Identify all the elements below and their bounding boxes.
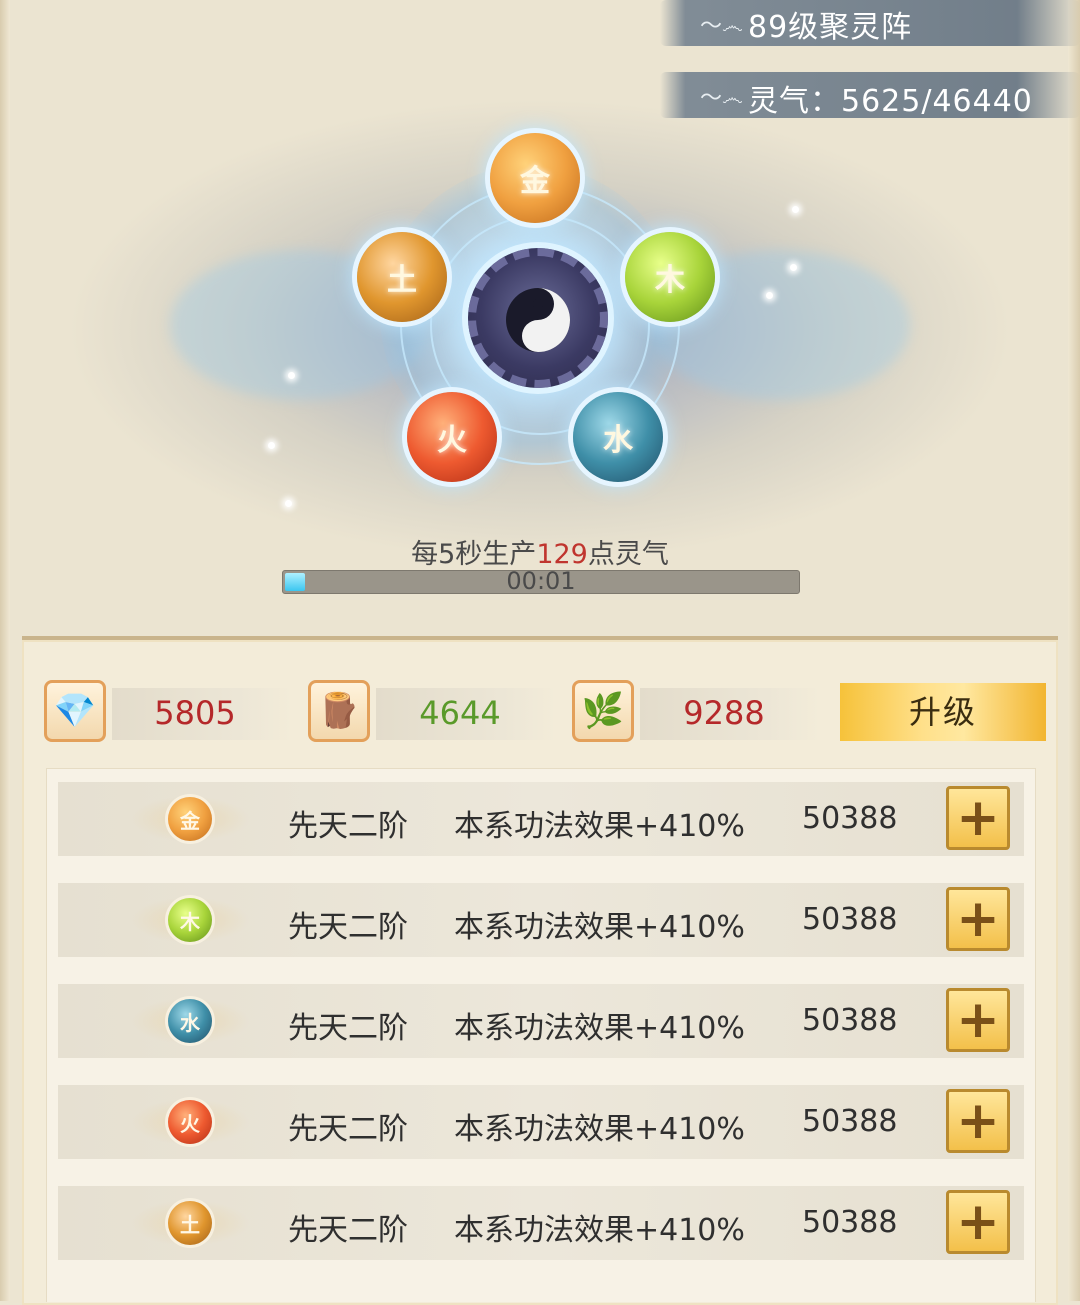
ink-swirl-icon: 〜෴ <box>700 14 743 39</box>
wood-element-icon: 木 <box>168 898 212 942</box>
row-tier: 先天二阶 <box>288 1112 408 1147</box>
constellation-star <box>285 500 292 507</box>
add-fire-button[interactable]: + <box>946 1089 1010 1153</box>
constellation-star <box>766 292 773 299</box>
row-effect: 本系功法效果+410% <box>454 1213 745 1248</box>
fire-element-icon: 火 <box>168 1100 212 1144</box>
add-earth-button[interactable]: + <box>946 1190 1010 1254</box>
constellation-star <box>790 264 797 271</box>
production-amount: 129 <box>536 539 588 570</box>
element-row-wood: 木 先天二阶 本系功法效果+410% 50388 + <box>58 883 1024 957</box>
row-cost: 50388 <box>802 801 898 836</box>
spirit-energy-readout: 灵气：5625/46440 <box>748 84 1033 119</box>
gold-glyph: 金 <box>520 164 550 199</box>
constellation-star <box>268 442 275 449</box>
element-row-earth: 土 先天二阶 本系功法效果+410% 50388 + <box>58 1186 1024 1260</box>
water-glyph: 水 <box>603 423 633 458</box>
row-cost: 50388 <box>802 1104 898 1139</box>
wood-element-orb[interactable]: 木 <box>625 232 715 322</box>
herb-icon: 🌿 <box>572 680 634 742</box>
frame-left-border <box>0 0 10 1301</box>
constellation-star <box>288 372 295 379</box>
resource-stone-value: 5805 <box>154 694 236 732</box>
row-tier: 先天二阶 <box>288 1213 408 1248</box>
resource-herb-value: 9288 <box>683 694 765 732</box>
production-suffix: 点灵气 <box>587 539 669 570</box>
fire-glyph: 火 <box>437 423 467 458</box>
gold-element-orb[interactable]: 金 <box>490 133 580 223</box>
element-row-gold: 金 先天二阶 本系功法效果+410% 50388 + <box>58 782 1024 856</box>
formation-title: 89级聚灵阵 <box>748 10 913 45</box>
yinyang-core[interactable] <box>468 248 608 388</box>
row-cost: 50388 <box>802 902 898 937</box>
add-water-button[interactable]: + <box>946 988 1010 1052</box>
production-progress-bar: 00:01 <box>282 567 800 595</box>
frame-right-border <box>1068 0 1080 1301</box>
row-cost: 50388 <box>802 1205 898 1240</box>
earth-element-icon: 土 <box>168 1201 212 1245</box>
resource-wood-value: 4644 <box>419 694 501 732</box>
add-gold-button[interactable]: + <box>946 786 1010 850</box>
yinyang-icon <box>506 288 570 352</box>
production-prefix: 每5秒生产 <box>411 539 537 570</box>
add-wood-button[interactable]: + <box>946 887 1010 951</box>
fire-element-orb[interactable]: 火 <box>407 392 497 482</box>
earth-glyph: 土 <box>387 263 417 298</box>
row-effect: 本系功法效果+410% <box>454 809 745 844</box>
production-timer: 00:01 <box>506 567 576 595</box>
ink-swirl-icon: 〜෴ <box>700 86 743 111</box>
element-row-fire: 火 先天二阶 本系功法效果+410% 50388 + <box>58 1085 1024 1159</box>
row-effect: 本系功法效果+410% <box>454 910 745 945</box>
element-row-water: 水 先天二阶 本系功法效果+410% 50388 + <box>58 984 1024 1058</box>
upgrade-button[interactable]: 升级 <box>840 683 1046 741</box>
row-tier: 先天二阶 <box>288 910 408 945</box>
gold-element-icon: 金 <box>168 797 212 841</box>
water-element-orb[interactable]: 水 <box>573 392 663 482</box>
row-effect: 本系功法效果+410% <box>454 1112 745 1147</box>
constellation-star <box>792 206 799 213</box>
earth-element-orb[interactable]: 土 <box>357 232 447 322</box>
wood-logs-icon: 🪵 <box>308 680 370 742</box>
water-element-icon: 水 <box>168 999 212 1043</box>
production-rate: 每5秒生产129点灵气 <box>0 532 1080 571</box>
wood-glyph: 木 <box>655 263 685 298</box>
spirit-stone-icon: 💎 <box>44 680 106 742</box>
row-tier: 先天二阶 <box>288 809 408 844</box>
row-tier: 先天二阶 <box>288 1011 408 1046</box>
row-effect: 本系功法效果+410% <box>454 1011 745 1046</box>
row-cost: 50388 <box>802 1003 898 1038</box>
